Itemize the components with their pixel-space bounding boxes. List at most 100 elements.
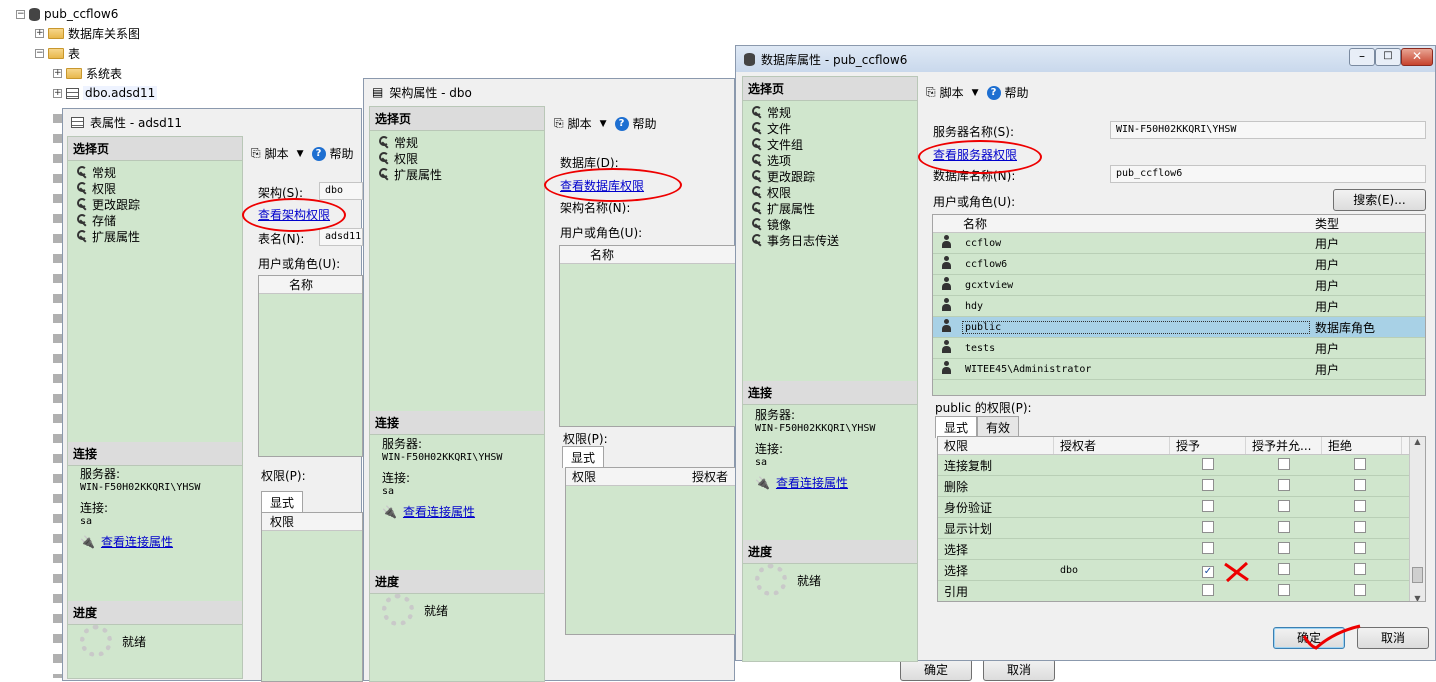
minimize-button[interactable]: – <box>1349 48 1375 66</box>
grant-checkbox[interactable] <box>1202 583 1214 596</box>
page-list-item[interactable]: 扩展属性 <box>68 228 242 244</box>
page-list-item[interactable]: 镜像 <box>743 216 917 232</box>
deny-checkbox[interactable] <box>1354 478 1366 491</box>
user-row[interactable]: public 数据库角色 <box>933 317 1425 338</box>
permission-row[interactable]: 引用 <box>938 581 1425 601</box>
deny-checkbox[interactable] <box>1354 499 1366 512</box>
deny-checkbox[interactable] <box>1354 562 1366 575</box>
permission-row[interactable]: 选择 dbo ✓ <box>938 560 1425 581</box>
script-button[interactable]: 脚本 <box>568 115 592 132</box>
maximize-button[interactable]: □ <box>1375 48 1401 66</box>
page-list-item[interactable]: 扩展属性 <box>743 200 917 216</box>
chevron-down-icon[interactable]: ▼ <box>600 119 607 129</box>
page-list-item[interactable]: 事务日志传送 <box>743 232 917 248</box>
page-list-item[interactable]: 文件 <box>743 120 917 136</box>
view-connection-properties-link[interactable]: 查看连接属性 <box>101 535 173 549</box>
grant-checkbox[interactable]: ✓ <box>1202 565 1214 578</box>
expand-icon[interactable]: + <box>53 68 62 78</box>
tree-node-diagrams[interactable]: + 数据库关系图 <box>35 23 140 43</box>
tree-node-tables[interactable]: − 表 <box>35 43 80 63</box>
scroll-down-icon[interactable]: ▼ <box>1410 594 1425 601</box>
perm-column-header[interactable]: 权限 <box>938 437 1054 454</box>
collapse-icon[interactable]: − <box>16 9 25 19</box>
column-header-permission[interactable]: 权限 <box>566 468 692 485</box>
chevron-down-icon[interactable]: ▼ <box>972 88 979 98</box>
page-list-item[interactable]: 更改跟踪 <box>68 196 242 212</box>
help-button[interactable]: 帮助 <box>1005 84 1029 101</box>
deny-checkbox[interactable] <box>1354 520 1366 533</box>
view-connection-properties-link[interactable]: 查看连接属性 <box>403 505 475 519</box>
page-list-item[interactable]: 更改跟踪 <box>743 168 917 184</box>
tab-explicit[interactable]: 显式 <box>935 416 978 438</box>
permission-row[interactable]: 连接复制 <box>938 455 1425 476</box>
close-button[interactable]: ✕ <box>1401 48 1433 66</box>
tab-explicit[interactable]: 显式 <box>261 491 304 513</box>
cancel-button[interactable]: 取消 <box>983 659 1055 681</box>
grant-with-checkbox[interactable] <box>1278 499 1290 512</box>
search-button[interactable]: 搜索(E)... <box>1333 189 1426 211</box>
grant-with-checkbox[interactable] <box>1278 478 1290 491</box>
user-row[interactable]: tests 用户 <box>933 338 1425 359</box>
user-row[interactable]: ccflow 用户 <box>933 233 1425 254</box>
page-list-item[interactable]: 存储 <box>68 212 242 228</box>
perm-column-header[interactable]: 授权者 <box>1054 437 1170 454</box>
grant-checkbox[interactable] <box>1202 541 1214 554</box>
grant-checkbox[interactable] <box>1202 457 1214 470</box>
script-button[interactable]: 脚本 <box>940 84 964 101</box>
page-list-item[interactable]: 权限 <box>370 150 544 166</box>
vertical-scrollbar[interactable]: ▲ ▼ <box>1409 437 1425 601</box>
permissions-grid[interactable]: 权限 <box>261 512 363 682</box>
tab-explicit[interactable]: 显式 <box>562 446 605 468</box>
perm-column-header[interactable]: 授予并允... <box>1246 437 1322 454</box>
deny-checkbox[interactable] <box>1354 541 1366 554</box>
grant-with-checkbox[interactable] <box>1278 541 1290 554</box>
expand-icon[interactable]: + <box>35 28 44 38</box>
grant-with-checkbox[interactable] <box>1278 562 1290 575</box>
column-header-name[interactable]: 名称 <box>259 276 362 294</box>
ok-button[interactable]: 确定 <box>900 659 972 681</box>
grant-checkbox[interactable] <box>1202 499 1214 512</box>
cancel-button[interactable]: 取消 <box>1357 627 1429 649</box>
users-grid[interactable]: 名称 类型 ccflow 用户 ccflow6 用户 gcxtview 用户 hdy 用户 pu… <box>932 214 1426 396</box>
column-header-grantor[interactable]: 授权者 <box>692 468 728 485</box>
scroll-up-icon[interactable]: ▲ <box>1410 437 1425 446</box>
user-row[interactable]: ccflow6 用户 <box>933 254 1425 275</box>
column-header-name[interactable]: 名称 <box>963 215 1315 232</box>
page-list-item[interactable]: 扩展属性 <box>370 166 544 182</box>
help-button[interactable]: 帮助 <box>330 145 354 162</box>
user-row[interactable]: gcxtview 用户 <box>933 275 1425 296</box>
tree-node-system-tables[interactable]: + 系统表 <box>53 63 122 83</box>
column-header-permission[interactable]: 权限 <box>262 513 362 531</box>
user-row[interactable]: hdy 用户 <box>933 296 1425 317</box>
permission-row[interactable]: 选择 <box>938 539 1425 560</box>
tree-node-database[interactable]: − pub_ccflow6 <box>16 4 118 24</box>
deny-checkbox[interactable] <box>1354 583 1366 596</box>
users-grid[interactable]: 名称 <box>258 275 363 457</box>
page-list-item[interactable]: 文件组 <box>743 136 917 152</box>
script-button[interactable]: 脚本 <box>265 145 289 162</box>
expand-icon[interactable]: + <box>53 88 62 98</box>
tree-node-table[interactable]: + dbo.adsd11 <box>53 83 158 103</box>
permission-row[interactable]: 显示计划 <box>938 518 1425 539</box>
collapse-icon[interactable]: − <box>35 48 44 58</box>
page-list-item[interactable]: 常规 <box>743 104 917 120</box>
help-button[interactable]: 帮助 <box>633 115 657 132</box>
page-list-item[interactable]: 常规 <box>370 134 544 150</box>
users-grid[interactable]: 名称 <box>559 245 736 427</box>
page-list-item[interactable]: 选项 <box>743 152 917 168</box>
grant-checkbox[interactable] <box>1202 478 1214 491</box>
permissions-grid[interactable]: 权限 授权者 授予 授予并允... 拒绝 连接复制 删除 身份验证 显示计划 选择 选择 dbo ✓ 引… <box>937 436 1426 602</box>
permission-row[interactable]: 身份验证 <box>938 497 1425 518</box>
perm-column-header[interactable]: 授予 <box>1170 437 1246 454</box>
page-list-item[interactable]: 权限 <box>743 184 917 200</box>
column-header-name[interactable]: 名称 <box>560 246 735 264</box>
column-header-type[interactable]: 类型 <box>1315 215 1339 232</box>
permission-row[interactable]: 删除 <box>938 476 1425 497</box>
tab-effective[interactable]: 有效 <box>977 416 1020 438</box>
view-connection-properties-link[interactable]: 查看连接属性 <box>776 476 848 490</box>
grant-with-checkbox[interactable] <box>1278 457 1290 470</box>
perm-column-header[interactable]: 拒绝 <box>1322 437 1402 454</box>
permissions-grid[interactable]: 权限 授权者 <box>565 467 736 635</box>
page-list-item[interactable]: 常规 <box>68 164 242 180</box>
page-list-item[interactable]: 权限 <box>68 180 242 196</box>
